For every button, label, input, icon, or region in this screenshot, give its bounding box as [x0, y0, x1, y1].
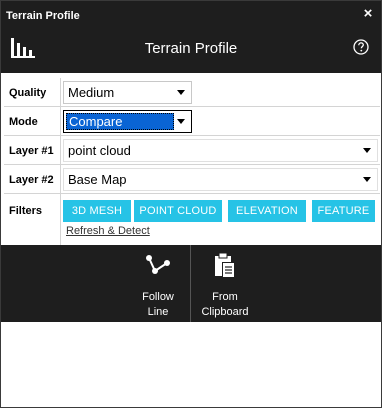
row-divider: [60, 78, 61, 106]
row-divider: [60, 136, 61, 164]
follow-line-button[interactable]: Follow Line: [128, 245, 188, 322]
mode-label: Mode: [9, 116, 38, 128]
filter-feature-button[interactable]: FEATURE: [312, 200, 375, 222]
row-divider: [60, 194, 61, 246]
filter-point-cloud-button[interactable]: POINT CLOUD: [134, 200, 222, 222]
panel-title: Terrain Profile: [144, 40, 238, 57]
layer2-row: Layer #2 Base Map: [4, 165, 380, 194]
panel-header: Terrain Profile: [1, 30, 381, 73]
chevron-down-icon: [177, 119, 185, 124]
close-icon[interactable]: ×: [361, 6, 375, 21]
layer2-value: Base Map: [68, 172, 127, 187]
profile-toolbar: Follow Line From Clipboard: [1, 245, 381, 322]
filters-label: Filters: [9, 205, 43, 217]
refresh-detect-link[interactable]: Refresh & Detect: [66, 225, 150, 238]
window-title: Terrain Profile: [6, 10, 80, 22]
from-clipboard-button[interactable]: From Clipboard: [195, 245, 255, 322]
quality-select[interactable]: Medium: [63, 81, 192, 104]
follow-line-icon: [146, 255, 170, 274]
window-titlebar: Terrain Profile ×: [1, 1, 381, 30]
row-divider: [60, 107, 61, 135]
row-divider: [60, 165, 61, 193]
quality-value: Medium: [68, 85, 115, 100]
quality-label: Quality: [9, 87, 47, 99]
toolbar-separator: [190, 245, 191, 322]
from-clipboard-label-line2: Clipboard: [201, 306, 249, 318]
chevron-down-icon: [363, 148, 371, 153]
help-icon[interactable]: [353, 39, 369, 55]
layer1-label: Layer #1: [9, 145, 54, 157]
layer2-label: Layer #2: [9, 174, 54, 186]
terrain-profile-window: Terrain Profile × Terrain Profile Qualit…: [0, 0, 382, 408]
quality-row: Quality Medium: [4, 78, 380, 107]
filter-3d-mesh-button[interactable]: 3D MESH: [63, 200, 131, 222]
mode-value: Compare: [66, 113, 174, 130]
follow-line-label-line2: Line: [147, 306, 169, 318]
mode-row: Mode Compare: [4, 107, 380, 136]
from-clipboard-label: From Clipboard: [195, 290, 255, 320]
clipboard-icon: [215, 252, 235, 278]
filter-elevation-button[interactable]: ELEVATION: [228, 200, 306, 222]
follow-line-label-line1: Follow: [142, 291, 174, 303]
from-clipboard-label-line1: From: [212, 291, 238, 303]
layer1-select[interactable]: point cloud: [63, 139, 378, 162]
layer1-value: point cloud: [68, 143, 131, 158]
chevron-down-icon: [363, 177, 371, 182]
follow-line-label: Follow Line: [128, 290, 188, 320]
chevron-down-icon: [177, 90, 185, 95]
mode-select[interactable]: Compare: [63, 110, 192, 133]
layer1-row: Layer #1 point cloud: [4, 136, 380, 165]
layer2-select[interactable]: Base Map: [63, 168, 378, 191]
